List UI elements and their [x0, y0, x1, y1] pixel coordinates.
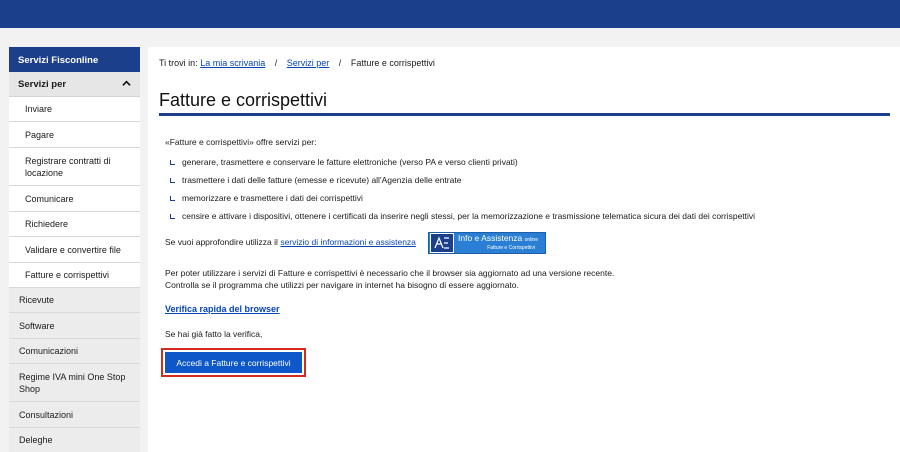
- services-list: generare, trasmettere e conservare le fa…: [170, 156, 755, 228]
- bullet-icon: [170, 196, 175, 201]
- sidebar-item-consultazioni[interactable]: Consultazioni: [9, 402, 140, 428]
- breadcrumb-separator: /: [338, 58, 342, 68]
- list-item: censire e attivare i dispositivi, ottene…: [170, 210, 755, 228]
- browser-requirement-text: Per poter utilizzare i servizi di Fattur…: [165, 268, 615, 278]
- info-line: Se vuoi approfondire utilizza il servizi…: [165, 236, 416, 248]
- sidebar-item-software[interactable]: Software: [9, 313, 140, 339]
- top-header-bar: [0, 0, 900, 28]
- breadcrumb-separator: /: [274, 58, 278, 68]
- page-title: Fatture e corrispettivi: [159, 90, 328, 110]
- info-text: Se vuoi approfondire utilizza il: [165, 237, 278, 247]
- sidebar-section-servizi-per[interactable]: Servizi per: [9, 72, 140, 97]
- bullet-icon: [170, 160, 175, 165]
- sidebar-header[interactable]: Servizi Fisconline: [9, 47, 140, 72]
- sidebar-item-regime-iva[interactable]: Regime IVA mini One Stop Shop: [9, 364, 140, 402]
- access-fatture-button[interactable]: Accedi a Fatture e corrispettivi: [165, 352, 302, 373]
- intro-text: «Fatture e corrispettivi» offre servizi …: [165, 137, 317, 147]
- sidebar-item-richiedere[interactable]: Richiedere: [9, 212, 140, 237]
- sidebar-section-label: Servizi per: [18, 79, 67, 90]
- info-assistenza-banner[interactable]: Info e Assistenza online Fatture e Corri…: [428, 232, 546, 254]
- list-item: memorizzare e trasmettere i dati dei cor…: [170, 192, 755, 210]
- banner-subtitle: Fatture e Corrispettivi: [487, 245, 535, 251]
- browser-check-text: Controlla se il programma che utilizzi p…: [165, 280, 519, 290]
- banner-title: Info e Assistenza: [458, 233, 523, 243]
- chevron-up-icon[interactable]: [122, 79, 131, 88]
- sidebar-item-validare[interactable]: Validare e convertire file: [9, 237, 140, 263]
- main-content: Ti trovi in: La mia scrivania / Servizi …: [148, 47, 900, 452]
- sidebar: Servizi Fisconline Servizi per Inviare P…: [9, 47, 140, 452]
- already-verified-text: Se hai già fatto la verifica,: [165, 329, 263, 339]
- verify-browser-link[interactable]: Verifica rapida del browser: [165, 304, 280, 314]
- banner-online: online: [524, 237, 538, 243]
- breadcrumb: Ti trovi in: La mia scrivania / Servizi …: [159, 58, 435, 68]
- list-item: trasmettere i dati delle fatture (emesse…: [170, 174, 755, 192]
- cta-highlight-frame: Accedi a Fatture e corrispettivi: [161, 348, 306, 377]
- breadcrumb-link-scrivania[interactable]: La mia scrivania: [200, 58, 265, 68]
- breadcrumb-link-servizi[interactable]: Servizi per: [287, 58, 330, 68]
- sidebar-item-comunicare[interactable]: Comunicare: [9, 186, 140, 212]
- bullet-icon: [170, 178, 175, 183]
- info-assistance-link[interactable]: servizio di informazioni e assistenza: [280, 237, 416, 247]
- sidebar-item-fatture-corrispettivi[interactable]: Fatture e corrispettivi: [9, 263, 140, 288]
- sidebar-item-pagare[interactable]: Pagare: [9, 122, 140, 148]
- breadcrumb-current: Fatture e corrispettivi: [350, 58, 435, 68]
- sidebar-item-registrare-contratti[interactable]: Registrare contratti di locazione: [9, 148, 140, 186]
- title-divider: [159, 113, 890, 116]
- bullet-icon: [170, 214, 175, 219]
- list-item: generare, trasmettere e conservare le fa…: [170, 156, 755, 174]
- sidebar-item-deleghe[interactable]: Deleghe: [9, 428, 140, 452]
- sidebar-item-ricevute[interactable]: Ricevute: [9, 288, 140, 313]
- fatture-logo-icon: [430, 233, 454, 253]
- sidebar-item-inviare[interactable]: Inviare: [9, 97, 140, 122]
- breadcrumb-prefix: Ti trovi in:: [159, 58, 198, 68]
- sidebar-item-comunicazioni[interactable]: Comunicazioni: [9, 339, 140, 364]
